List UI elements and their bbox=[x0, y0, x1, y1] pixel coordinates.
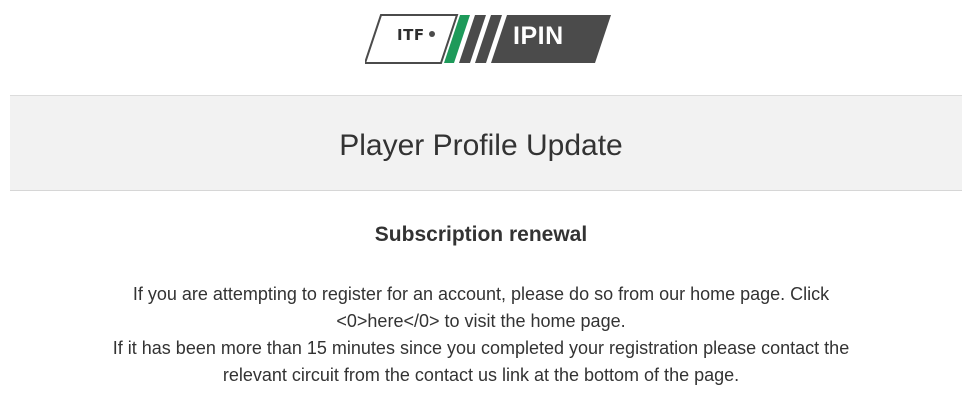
message-body: If you are attempting to register for an… bbox=[0, 281, 962, 389]
paragraph-2-line-1: If it has been more than 15 minutes sinc… bbox=[112, 338, 850, 358]
itf-ipin-logo[interactable]: ITF IPIN bbox=[365, 12, 611, 66]
paragraph-1-line-1: If you are attempting to register for an… bbox=[132, 284, 830, 304]
paragraph-2-line-2: relevant circuit from the contact us lin… bbox=[222, 365, 740, 385]
paragraph-1-line-2: <0>here</0> to visit the home page. bbox=[336, 311, 626, 331]
page: ITF IPIN Player Profile Update Subscript… bbox=[0, 0, 962, 398]
section-title: Subscription renewal bbox=[374, 223, 588, 246]
logo-ipin-text: IPIN bbox=[513, 22, 564, 50]
page-title: Player Profile Update bbox=[339, 129, 623, 162]
logo-itf-text: ITF bbox=[397, 26, 425, 44]
